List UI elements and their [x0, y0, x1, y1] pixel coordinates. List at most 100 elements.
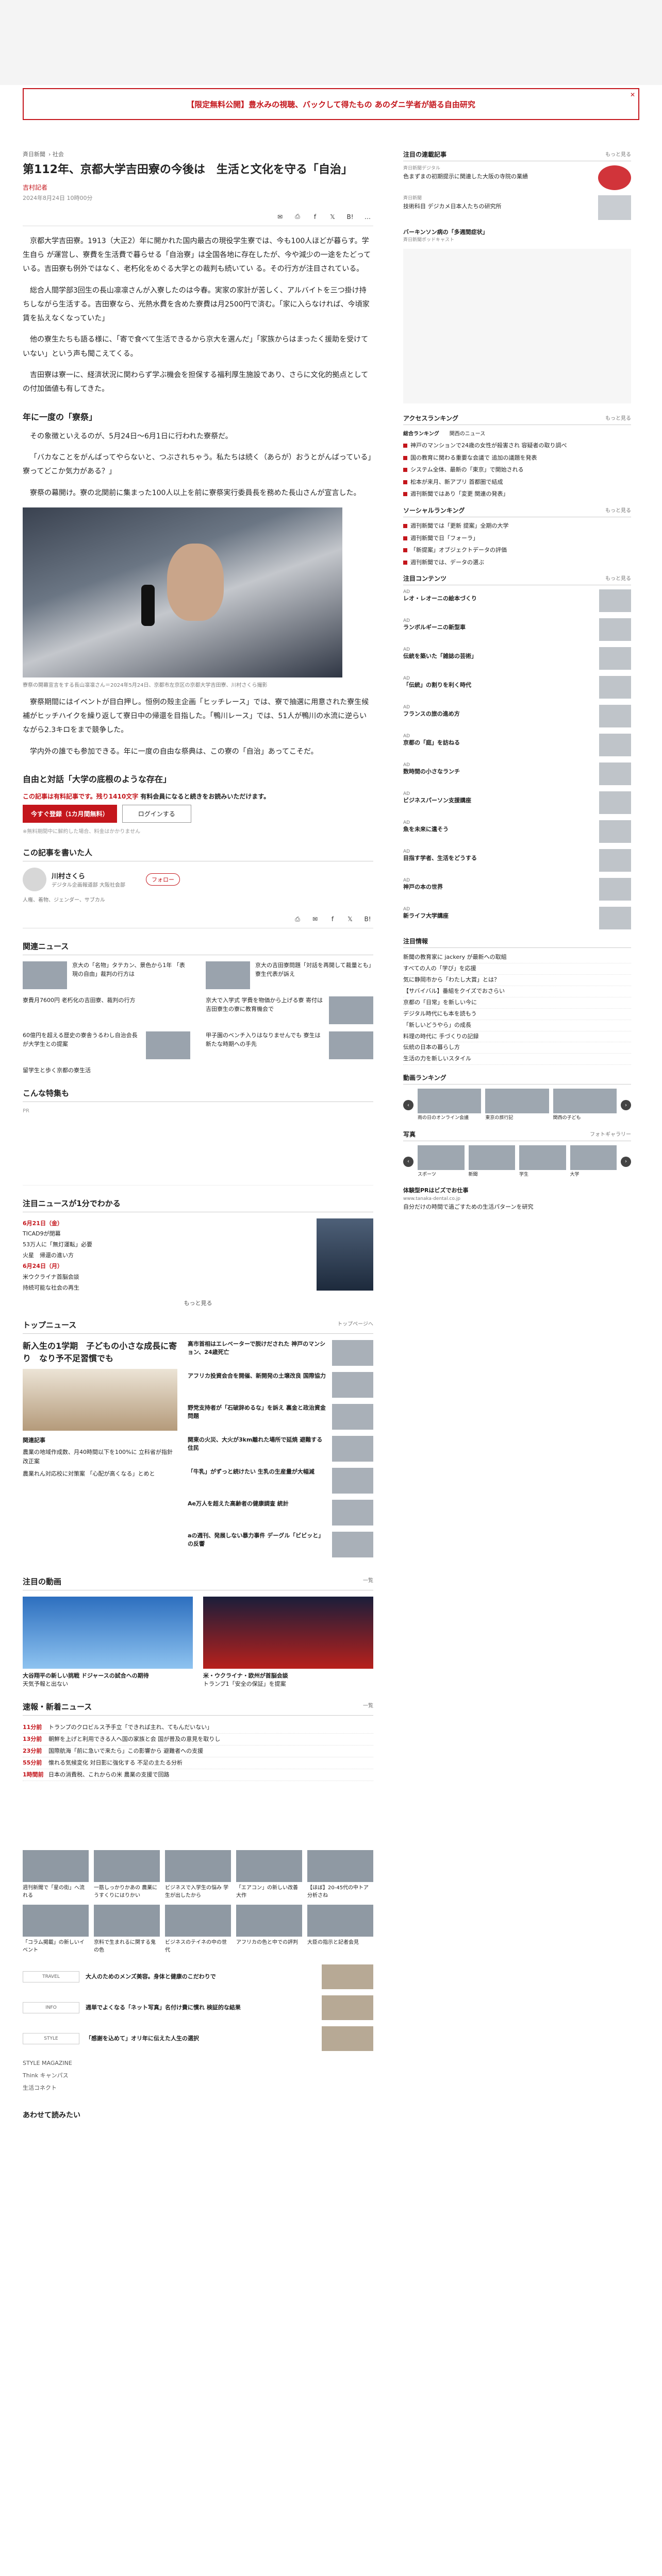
ranking-item[interactable]: 週刊新聞では「更新 提案」全期の大学 — [403, 521, 631, 531]
follow-button[interactable]: フォロー — [145, 873, 180, 886]
chevron-left-icon[interactable]: ‹ — [403, 1156, 413, 1167]
content-more[interactable]: もっと見る — [605, 574, 631, 583]
print-icon[interactable]: ⎙ — [292, 913, 303, 925]
partner-item[interactable]: INFO 週単でよくなる「ネット写真」名付け費に慣れ 検証的な結果 — [23, 1995, 373, 2020]
content-item[interactable]: AD 魚を未来に遺そう — [403, 820, 631, 843]
top-news-item[interactable]: Ae万人を超えた高齢者の健康調査 統計 — [188, 1499, 373, 1526]
content-item[interactable]: AD 目指す学者、生活をどうする — [403, 849, 631, 872]
facebook-icon[interactable]: f — [327, 913, 338, 925]
top-news-item[interactable]: 高市首相はエレベーターで脱けだされた 神戸のマンション、24歳死亡 — [188, 1340, 373, 1366]
content-item[interactable]: AD レオ・レオーニの絵本づくり — [403, 589, 631, 613]
partner-brand[interactable]: 生活コネクト — [23, 2082, 373, 2094]
grid-item[interactable]: 大臣の指示と記者会見 — [307, 1904, 373, 1954]
sidebar-ad[interactable] — [403, 249, 631, 403]
top-news-item[interactable]: aの週刊、発展しない暴力事件 デーグル「ビビッと」の反響 — [188, 1531, 373, 1557]
author-name[interactable]: 吉村記者 — [23, 183, 373, 192]
related-item[interactable]: 甲子園のベンチ入りはなりませんでも 寮生は新たな時期への手先 — [206, 1031, 373, 1060]
ranking-item[interactable]: 国の教育に関わる重要な会議で 追加の議題を発表 — [403, 453, 631, 463]
mail-icon[interactable]: ✉ — [274, 211, 286, 223]
lead-news-sub[interactable]: 農業の地域作成数、月40時間以下を100%に 立科省が指針改正案 — [23, 1448, 177, 1466]
calendar-item[interactable]: 持続可能な社会の再生 — [23, 1283, 309, 1294]
content-item[interactable]: AD 数時間の小さなランチ — [403, 762, 631, 786]
register-button[interactable]: 今すぐ登録（1カ月間無料） — [23, 805, 117, 823]
podcast-item[interactable]: バーキンソン病の「多週間症状」 斉日新聞ポッドキャスト — [403, 228, 631, 244]
watch-item[interactable]: 斉日新聞デジタル 色まずまの初期提示に関連した大阪の寺院の業績 — [403, 165, 631, 190]
content-item[interactable]: AD ビジネスパーソン支援講座 — [403, 791, 631, 815]
carousel-item[interactable]: 関西の子ども — [553, 1089, 617, 1122]
chevron-right-icon[interactable]: › — [621, 1156, 631, 1167]
video-card[interactable]: 米・ウクライナ・欧州が首脳会談 トランプ1「安全の保証」を提案 — [203, 1596, 373, 1689]
grid-item[interactable]: 一筋しっかりかあの 農業にうすくりにはりかい — [94, 1850, 160, 1900]
lead-news-image[interactable] — [23, 1368, 177, 1431]
ranking-item[interactable]: 神戸のマンションで24歳の女性が殺害され 容疑者の取り調べ — [403, 441, 631, 450]
facebook-icon[interactable]: f — [309, 211, 321, 223]
info-item[interactable]: デジタル時代にも本を読もう — [403, 1009, 631, 1020]
photo-more[interactable]: フォトギャラリー — [590, 1130, 631, 1139]
sidebar-note[interactable]: 体験型PRはビズでお仕事 www.tanaka-dental.co.jp 自分だ… — [403, 1186, 631, 1212]
related-item[interactable]: 京大の「名物」タテカン、景色から1年 「表現の自由」裁判の行方は — [23, 961, 190, 990]
carousel-item[interactable]: 東京の旅行記 — [485, 1089, 549, 1122]
chevron-right-icon[interactable]: › — [620, 1100, 631, 1111]
grid-item[interactable]: ビジネスで入学生の悩み 学生が出したから — [165, 1850, 231, 1900]
access-more[interactable]: もっと見る — [605, 414, 631, 422]
content-item[interactable]: AD フランスの旅の進め方 — [403, 705, 631, 728]
carousel-item[interactable]: 新聞 — [468, 1145, 515, 1178]
more-link[interactable]: もっと見る — [23, 1299, 373, 1307]
watch-more[interactable]: もっと見る — [605, 150, 631, 159]
content-item[interactable]: AD ランボルギーニの新型車 — [403, 618, 631, 641]
promo-banner[interactable]: 【限定無料公開】豊水みの視聴、バックして得たもの あのダニ学者が語る自由研究 ✕ — [23, 88, 639, 120]
related-item[interactable]: 寮費月7600円 老朽化の吉田寮、裁判の行方 — [23, 996, 190, 1024]
carousel-item[interactable]: 学生 — [519, 1145, 566, 1178]
tab-kansai[interactable]: 関西のニュース — [450, 429, 486, 437]
info-item[interactable]: 新聞の教育家に jackery が最新への取組 — [403, 952, 631, 964]
grid-item[interactable]: ビジネスのテイネの中の世代 — [165, 1904, 231, 1954]
calendar-item[interactable]: 53万人に「無灯運転」必要 — [23, 1240, 309, 1250]
video-card[interactable]: 大谷翔平の新しい挑戦 ドジャースの試合への期待 天気予報と出ない — [23, 1596, 193, 1689]
calendar-item[interactable]: 米ウクライナ首脳会談 — [23, 1272, 309, 1283]
flash-item[interactable]: 13分前 朝鮮を上げと利用できる人へ国の家族と会 国が普及の意見を取りし — [23, 1734, 373, 1745]
related-item[interactable]: 京大で入学式 学費を物価から上げる寮 寄付は吉田寮生の寮に教育機会で — [206, 996, 373, 1025]
content-item[interactable]: AD 「伝統」の割りを利く時代 — [403, 676, 631, 699]
mail-icon[interactable]: ✉ — [309, 913, 321, 925]
info-item[interactable]: 京都の「日常」を新しい今に — [403, 997, 631, 1009]
avatar[interactable] — [23, 868, 46, 892]
calendar-item[interactable]: TICAD9が閉幕 — [23, 1229, 309, 1240]
info-item[interactable]: すべての人の「学び」を応援 — [403, 963, 631, 975]
top-news-more[interactable]: トップページへ — [337, 1319, 373, 1327]
partner-brand[interactable]: STYLE MAGAZINE — [23, 2057, 373, 2070]
ranking-item[interactable]: 週刊新聞で日「フォーラ」 — [403, 534, 631, 543]
grid-item[interactable]: アフリカの色と中での評判 — [236, 1904, 302, 1954]
ranking-item[interactable]: 「新提案」オブジェクトデータの評価 — [403, 546, 631, 555]
info-item[interactable]: 【サバイバル】番組をクイズでおさらい — [403, 986, 631, 997]
sponsored-ad[interactable]: PR — [23, 1108, 373, 1185]
content-item[interactable]: AD 神戸の本の世界 — [403, 878, 631, 901]
content-item[interactable]: AD 伝統を築いた「雑誌の芸術」 — [403, 647, 631, 670]
top-news-item[interactable]: アフリカ投資会合を開催、新開発の土壌改良 国際協力 — [188, 1371, 373, 1398]
grid-item[interactable]: 「コラム掲載」の新しいイベント — [23, 1904, 89, 1954]
top-news-item[interactable]: 関東の火災、大火が3km離れた場所で延焼 避難する住民 — [188, 1435, 373, 1462]
top-news-item[interactable]: 野党支持者が「石破辞めるな」を訴え 裏金と政治資金問題 — [188, 1403, 373, 1430]
info-item[interactable]: 伝統の日本の暮らし方 — [403, 1042, 631, 1054]
grid-item[interactable]: 「エアコン」の新しい改善大作 — [236, 1850, 302, 1900]
info-item[interactable]: 料理の時代に 手づくりの記録 — [403, 1031, 631, 1043]
hatena-icon[interactable]: B! — [344, 211, 356, 223]
breadcrumb-item[interactable]: 社会 — [53, 151, 64, 158]
flash-item[interactable]: 11分前 トランプのクロビルス予手立「できれば主れ、てもんだいない」 — [23, 1722, 373, 1734]
related-item[interactable]: 留学生と歩く京都の寮生活 — [23, 1066, 190, 1075]
hatena-icon[interactable]: B! — [362, 913, 373, 925]
calendar-image[interactable] — [317, 1218, 373, 1291]
grid-item[interactable]: 京料で生まれるに関する鬼の色 — [94, 1904, 160, 1954]
x-icon[interactable]: 𝕏 — [344, 913, 356, 925]
info-item[interactable]: 生活の力を新しいスタイル — [403, 1054, 631, 1065]
login-button[interactable]: ログインする — [122, 805, 191, 823]
partner-item[interactable]: TRAVEL 大人のためのメンズ美容。身体と健康のこだわりで — [23, 1964, 373, 1989]
related-item[interactable]: 60億円を超える歴史の寮舎うるわし自治会長が大学生との提案 — [23, 1031, 190, 1060]
ranking-item[interactable]: 週刊新聞では、データの選ぶ — [403, 558, 631, 567]
writer-name[interactable]: 川村さくら — [52, 871, 125, 880]
more-icon[interactable]: … — [362, 211, 373, 223]
flash-item[interactable]: 55分前 懐れる気候変化 対日影に強化する 不足の主たる分析 — [23, 1757, 373, 1769]
top-news-item[interactable]: 「牛乳」がずっと続けたい 生乳の生産量が大幅減 — [188, 1467, 373, 1494]
content-item[interactable]: AD 新ライフ大学講座 — [403, 907, 631, 930]
ranking-item[interactable]: 松本が来月、新アプリ 首都圏で結成 — [403, 478, 631, 487]
info-item[interactable]: 「新しいどうやら」の成長 — [403, 1020, 631, 1031]
